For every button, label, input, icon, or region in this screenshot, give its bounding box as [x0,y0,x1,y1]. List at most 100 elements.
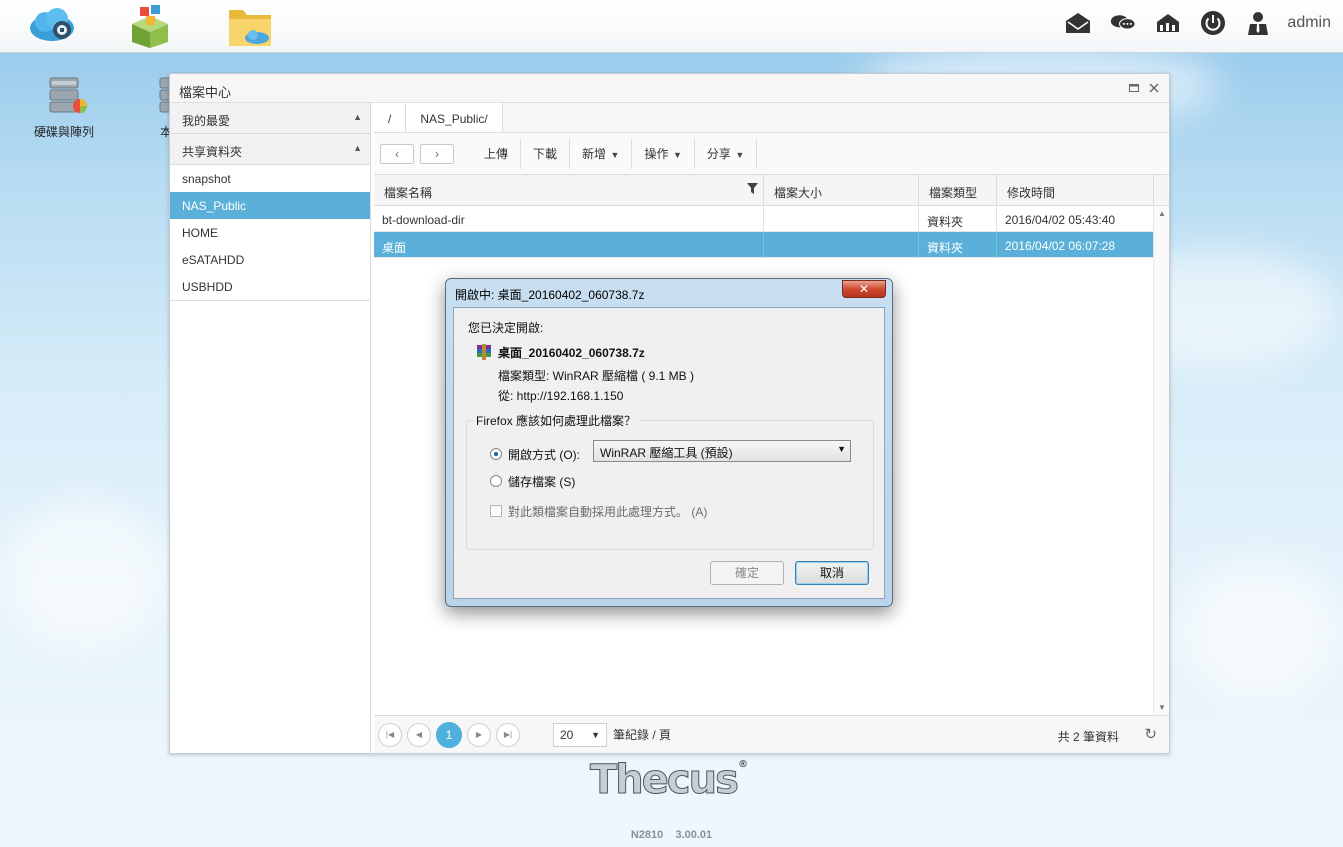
breadcrumb-nas-public[interactable]: NAS_Public/ [406,103,503,132]
collapse-icon[interactable]: ▲ [353,143,362,153]
column-header-size[interactable]: 檔案大小 [764,175,919,205]
sidebar-item-snapshot[interactable]: snapshot [170,165,370,192]
shared-folders-section-header[interactable]: 共享資料夾 ▲ [170,134,370,165]
dropdown-arrow-icon: ▼ [837,444,846,454]
share-label: 分享 [706,146,731,161]
dialog-filename: 桌面_20160402_060738.7z [498,346,645,360]
cancel-button[interactable]: 取消 [795,561,869,585]
open-with-radio[interactable] [490,448,502,460]
last-page-icon: ▶| [503,730,513,739]
shared-folder-list: snapshot NAS_Public HOME eSATAHDD USBHDD [170,165,370,301]
page-size-select[interactable]: 20 ▼ [553,722,607,747]
back-button[interactable]: ‹ [380,143,414,164]
sidebar-item-nas-public[interactable]: NAS_Public [170,192,370,219]
new-menu-button[interactable]: 新增 ▼ [570,138,633,169]
scroll-up-icon[interactable]: ▲ [1158,209,1166,218]
cloud-icon[interactable] [26,4,74,48]
favorites-section-header[interactable]: 我的最愛 ▲ [170,103,370,134]
operate-menu-button[interactable]: 操作 ▼ [632,138,695,169]
forward-button[interactable]: › [420,143,454,164]
column-header-name[interactable]: 檔案名稱 [374,175,764,205]
current-page-button[interactable]: 1 [436,721,462,748]
open-file-dialog: 開啟中: 桌面_20160402_060738.7z ✕ 您已決定開啟: 桌面_… [445,278,893,607]
file-size [764,232,919,257]
registered-mark: ® [738,759,748,770]
mail-icon[interactable] [1065,10,1091,36]
download-button[interactable]: 下載 [521,138,571,169]
winrar-file-icon [476,344,492,363]
vertical-scrollbar[interactable]: ▲ ▼ [1153,206,1169,715]
open-with-label[interactable]: 開啟方式 (O): [508,446,580,463]
save-file-label[interactable]: 儲存檔案 (S) [508,473,575,490]
upload-button[interactable]: 上傳 [472,138,522,169]
network-icon[interactable] [1155,10,1181,36]
first-page-button[interactable]: |◀ [378,722,402,747]
window-titlebar[interactable]: 檔案中心 [170,74,1169,103]
page-size-label: 筆紀錄 / 頁 [613,728,672,742]
sidebar: 我的最愛 ▲ 共享資料夾 ▲ snapshot NAS_Public HOME … [170,103,371,753]
share-menu-button[interactable]: 分享 ▼ [695,138,758,169]
refresh-icon[interactable]: ↻ [1144,725,1157,743]
window-title: 檔案中心 [179,85,232,100]
thecus-logo: Thecus ® [590,757,760,804]
collapse-icon[interactable]: ▲ [353,112,362,122]
file-type-info: 檔案類型: WinRAR 壓縮檔 ( 9.1 MB ) [498,369,695,383]
file-name: bt-download-dir [374,206,764,231]
logo-text: Thecus [590,757,740,804]
breadcrumb-root[interactable]: / [374,103,407,132]
prev-page-button[interactable]: ◀ [407,722,431,747]
sidebar-item-esatahdd[interactable]: eSATAHDD [170,246,370,273]
pagination-bar: |◀ ◀ 1 ▶ ▶| 20 ▼ 筆紀錄 / 頁 共 2 筆資料 ↻ [374,715,1169,753]
column-label: 檔案名稱 [384,186,433,200]
dropdown-arrow-icon: ▼ [670,149,682,160]
page-size-value: 20 [560,727,574,742]
username-label[interactable]: admin [1287,14,1331,32]
close-icon[interactable] [1149,81,1159,96]
table-row-selected[interactable]: 桌面 資料夾 2016/04/02 06:07:28 [374,232,1169,258]
column-header-modified[interactable]: 修改時間 [997,175,1154,205]
ok-button[interactable]: 確定 [710,561,784,585]
chat-icon[interactable] [1110,10,1137,36]
file-modified: 2016/04/02 05:43:40 [997,206,1154,231]
column-header-type[interactable]: 檔案類型 [919,175,997,205]
dialog-body: 您已決定開啟: 桌面_20160402_060738.7z 檔案類型: WinR… [453,307,885,599]
table-row[interactable]: bt-download-dir 資料夾 2016/04/02 05:43:40 [374,206,1169,232]
auto-apply-label[interactable]: 對此類檔案自動採用此處理方式。 (A) [508,503,707,520]
filter-icon[interactable] [747,183,758,197]
next-page-button[interactable]: ▶ [467,722,491,747]
favorites-label: 我的最愛 [182,114,231,128]
open-with-app-select[interactable]: WinRAR 壓縮工具 (預設) ▼ [593,440,851,462]
first-page-icon: |◀ [385,730,395,739]
shared-folders-label: 共享資料夾 [182,145,243,159]
user-icon[interactable] [1245,10,1271,36]
handling-question: Firefox 應該如何處理此檔案？ [473,412,640,429]
auto-apply-checkbox[interactable] [490,505,502,517]
background-cloud [1180,560,1340,700]
sidebar-item-usbhdd[interactable]: USBHDD [170,273,370,300]
desktop-icon-label: 硬碟與陣列 [33,125,94,139]
table-header: 檔案名稱 檔案大小 檔案類型 修改時間 [374,175,1169,206]
folder-icon[interactable] [227,4,275,48]
last-page-button[interactable]: ▶| [496,722,520,747]
next-page-icon: ▶ [475,730,483,739]
open-with-app-value: WinRAR 壓縮工具 (預設) [600,446,733,460]
chevron-left-icon: ‹ [395,146,399,161]
save-file-radio[interactable] [490,475,502,487]
dropdown-arrow-icon: ▼ [732,149,745,160]
maximize-icon[interactable] [1129,81,1139,96]
dialog-title: 開啟中: 桌面_20160402_060738.7z [455,288,645,302]
dialog-close-button[interactable]: ✕ [842,280,886,298]
scroll-down-icon[interactable]: ▼ [1158,703,1166,712]
dropdown-arrow-icon: ▼ [591,729,600,740]
app-store-icon[interactable] [126,4,174,48]
decided-label: 您已決定開啟: [468,321,544,335]
file-toolbar: ‹ › 上傳 下載 新增 ▼ 操作 ▼ 分享 ▼ [374,133,1169,175]
background-cloud [0,500,170,650]
sidebar-item-home[interactable]: HOME [170,219,370,246]
top-right-toolbar: admin [1046,8,1331,38]
file-modified: 2016/04/02 06:07:28 [997,232,1154,257]
file-name: 桌面 [374,232,764,257]
breadcrumb: / NAS_Public/ [374,103,1169,133]
power-icon[interactable] [1200,10,1226,36]
desktop-icon-disk-array[interactable]: 硬碟與陣列 [29,76,99,140]
